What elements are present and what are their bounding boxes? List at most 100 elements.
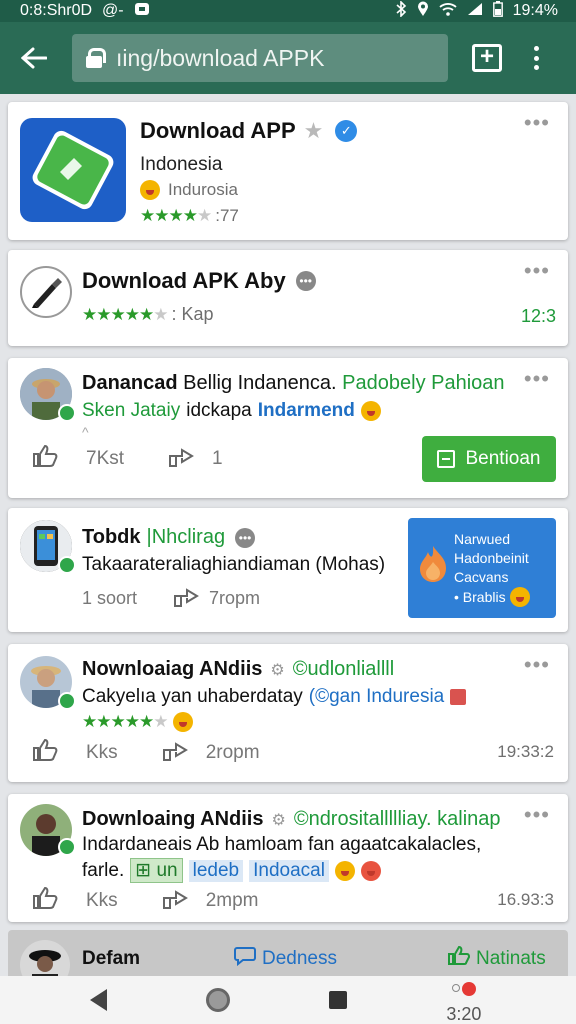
promo-line: Narwued — [454, 531, 511, 547]
rating-text: : Kap — [171, 304, 214, 324]
preview-tab-1[interactable]: Dedness — [234, 946, 337, 972]
preview-name: Defam — [82, 948, 141, 969]
more-options-icon[interactable]: ••• — [524, 112, 550, 134]
post-tag[interactable]: Sken Jataiy — [82, 400, 180, 422]
url-bar[interactable]: ıing/bownload APPK — [72, 34, 448, 82]
gear-icon: ⚙ — [270, 661, 285, 679]
tag-chip[interactable]: ledeb — [188, 859, 244, 882]
nav-time: 3:20 — [446, 1004, 482, 1024]
timestamp: 19:33:2 — [497, 742, 554, 761]
app-title[interactable]: Download APP — [140, 118, 296, 144]
url-text: ıing/bownload APPK — [116, 44, 325, 71]
share-count: 1 — [212, 448, 223, 469]
promo-banner[interactable]: Narwued Hadonbeinit Cacvans • Brablis — [408, 518, 556, 618]
post-author[interactable]: Tobdk — [82, 526, 141, 549]
post-card[interactable]: Danancad Bellig Indanenca. Padobely Pahi… — [8, 358, 568, 498]
bluetooth-icon — [395, 0, 407, 22]
battery-icon — [492, 0, 503, 22]
post-text: Indardaneais Ab hamloam fan agaatcakalac… — [82, 834, 482, 855]
nav-back-icon[interactable] — [89, 989, 107, 1011]
overflow-menu-icon[interactable] — [524, 40, 548, 76]
rating-stars: ★★★★★★ — [82, 304, 168, 324]
post-author[interactable]: Nownloaiag ANdiis — [82, 658, 262, 681]
post-text: idckapa — [186, 400, 252, 421]
post-link[interactable]: (©gan Induresia — [309, 686, 444, 708]
like-icon[interactable] — [32, 444, 58, 474]
tag-chip[interactable]: Indoacal — [249, 859, 329, 882]
post-author[interactable]: Danancad — [82, 372, 178, 394]
share-count: 2ropm — [205, 742, 260, 763]
app-icon — [20, 118, 126, 222]
back-arrow-icon[interactable] — [14, 38, 54, 78]
more-options-icon[interactable]: ••• — [524, 260, 550, 282]
bottom-preview-bar[interactable]: Defam Dedness Natinats — [8, 930, 568, 976]
flame-icon — [416, 544, 450, 589]
post-tag[interactable]: |Nhclirag — [147, 526, 226, 549]
like-outline-icon — [448, 945, 471, 972]
emoji-icon — [360, 860, 381, 881]
options-circle-icon[interactable]: ••• — [235, 527, 256, 548]
post-title-text: Bellig Indanenca. — [183, 372, 337, 394]
action-button[interactable]: Bentioan — [422, 436, 556, 482]
signal-icon — [467, 2, 483, 21]
notification-icon — [134, 2, 150, 21]
post-card[interactable]: Nownloaiag ANdiis ⚙ ©udlonliallll Cakyel… — [8, 644, 568, 782]
emoji-icon — [140, 180, 160, 200]
like-icon[interactable] — [32, 886, 58, 916]
post-text: Takaarateraliaghiandiaman (Mohas) — [82, 554, 386, 575]
promo-line: • Brablis — [454, 588, 506, 605]
more-options-icon[interactable]: ••• — [524, 804, 550, 826]
action-button-label: Bentioan — [465, 448, 541, 469]
lock-icon — [86, 48, 106, 68]
share-icon[interactable] — [173, 584, 199, 613]
verified-badge-icon — [58, 404, 76, 422]
app-title[interactable]: Download APK Aby — [82, 268, 286, 294]
post-card[interactable]: Tobdk |Nhclirag ••• Takaarateraliaghiand… — [8, 508, 568, 632]
location-icon — [417, 1, 429, 22]
stat-text: 1 soort — [82, 588, 138, 608]
verified-badge-icon — [58, 556, 76, 574]
nav-recents-icon[interactable] — [329, 991, 348, 1009]
post-link[interactable]: Indarmend — [258, 400, 355, 422]
more-options-icon[interactable]: ••• — [524, 654, 550, 676]
options-circle-icon[interactable]: ••• — [295, 271, 316, 291]
like-icon[interactable] — [32, 738, 58, 768]
post-tag[interactable]: ©udlonliallll — [293, 658, 394, 681]
status-bar: 0:8:Shr0D @- 19:4% — [0, 0, 576, 22]
avatar[interactable] — [20, 940, 70, 976]
share-icon[interactable] — [162, 738, 188, 768]
nav-status-area: 3:20 — [446, 980, 486, 1024]
preview-tab-label: Dedness — [262, 948, 337, 969]
emoji-icon — [360, 401, 381, 421]
post-card[interactable]: Downloaing ANdiis ⚙ ©ndrositallllliay. k… — [8, 794, 568, 922]
like-count: Kks — [86, 890, 118, 911]
rating-stars: ★★★★★ — [140, 206, 212, 225]
post-tag[interactable]: Padobely Pahioan — [342, 372, 504, 394]
status-left-text: 0:8:Shr0D — [20, 2, 93, 19]
feed-list[interactable]: Download APP ★ ✓ Indonesia Indurosia ★★★… — [0, 94, 576, 976]
new-tab-button[interactable]: + — [472, 44, 502, 72]
verified-badge-icon — [58, 838, 76, 856]
post-tag[interactable]: ©ndrositallllliay. kalinap — [294, 808, 501, 831]
gear-icon: ⚙ — [271, 811, 286, 829]
more-options-icon[interactable]: ••• — [524, 368, 550, 390]
browser-toolbar: ıing/bownload APPK + — [0, 22, 576, 94]
preview-tab-2[interactable]: Natinats — [448, 945, 546, 972]
pen-tool-icon — [20, 266, 72, 318]
app-subtitle: Indonesia — [140, 154, 223, 175]
rating-text: :77 — [215, 206, 239, 225]
star-outline-icon[interactable]: ★ — [304, 118, 324, 144]
promo-line: Hadonbeinit — [454, 550, 529, 566]
recording-dot-icon — [462, 982, 477, 996]
app-card-download-app[interactable]: Download APP ★ ✓ Indonesia Indurosia ★★★… — [8, 102, 568, 240]
nav-home-icon[interactable] — [205, 988, 230, 1012]
post-author[interactable]: Downloaing ANdiis — [82, 808, 263, 831]
tag-chip[interactable]: ⊞ un — [130, 858, 183, 883]
battery-text: 19:4% — [512, 2, 558, 19]
app-card-download-apk[interactable]: Download APK Aby ••• ★★★★★★ : Kap ••• 12… — [8, 250, 568, 346]
share-icon[interactable] — [168, 444, 194, 474]
share-icon[interactable] — [162, 886, 188, 916]
recording-ring-icon — [452, 984, 461, 992]
share-count: 2mpm — [205, 890, 259, 911]
app-detail: Indurosia — [168, 180, 238, 199]
